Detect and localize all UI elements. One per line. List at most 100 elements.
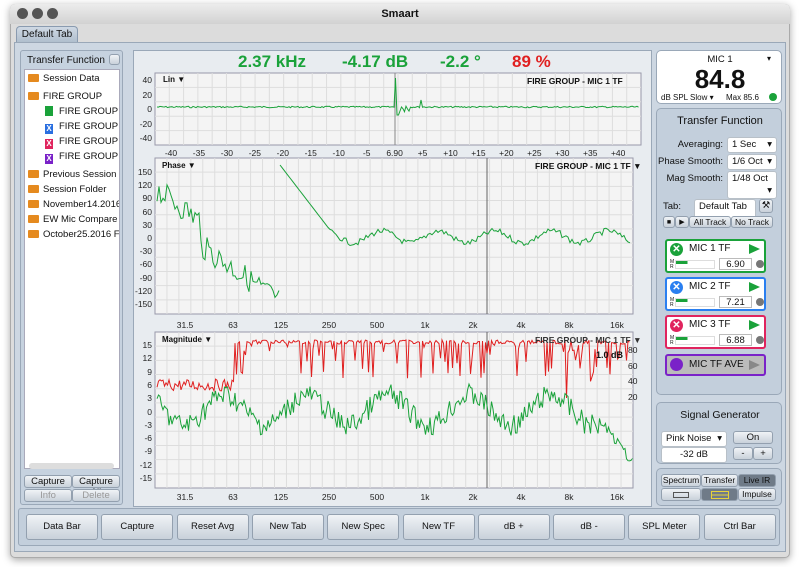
phase-y-tick: -60 — [139, 259, 152, 270]
magnitude-freq-tick: 500 — [369, 492, 385, 502]
magnitude-freq-tick: 16k — [610, 492, 624, 502]
signal-select[interactable]: Pink Noise ▾ — [661, 431, 727, 447]
command-button-db-[interactable]: dB - — [553, 514, 626, 540]
phase-plot-label[interactable]: Phase ▼ — [162, 161, 196, 170]
delay-value[interactable]: 7.21 — [719, 296, 752, 308]
mic-close-icon[interactable]: ✕ — [670, 243, 683, 256]
mic-card-1[interactable]: ✕ MIC 1 TF M R 6.90 — [665, 239, 766, 273]
level-meter — [675, 260, 715, 269]
play-icon[interactable] — [749, 320, 760, 330]
mag-smooth-select[interactable]: 1/48 Oct ▾ — [727, 171, 777, 199]
command-button-ctrl-bar[interactable]: Ctrl Bar — [703, 514, 776, 540]
lin-y-tick: -40 — [139, 133, 152, 143]
play-icon[interactable] — [749, 282, 760, 292]
magnitude-y-tick: 12 — [142, 353, 152, 364]
magnitude-freq-tick: 2k — [468, 492, 478, 502]
magnitude-right-tick: 80 — [628, 345, 638, 355]
magnitude-y-tick: 15 — [142, 340, 152, 350]
single-graph-button[interactable] — [661, 488, 701, 501]
mic-close-icon[interactable]: ✕ — [670, 319, 683, 332]
play-button[interactable]: ▶ — [675, 216, 689, 228]
command-button-new-tf[interactable]: New TF — [402, 514, 475, 540]
meter-labels: MR — [670, 297, 675, 308]
no-track-button[interactable]: No Track — [731, 216, 773, 228]
live-ir-button[interactable]: Live IR — [738, 474, 776, 487]
level-down-button[interactable]: - — [733, 447, 753, 460]
spl-max: Max 85.6 — [726, 93, 759, 102]
magnitude-right-tick: 60 — [628, 360, 638, 371]
spl-value: 84.8 — [694, 64, 746, 94]
command-button-db-[interactable]: dB + — [477, 514, 550, 540]
magnitude-freq-tick: 4k — [516, 492, 526, 502]
magnitude-plot-label[interactable]: Magnitude ▼ — [162, 335, 212, 344]
spl-meter[interactable]: MIC 1 ▾ 84.8 dB SPL Slow ▾ Max 85.6 — [656, 50, 782, 104]
tf-panel-title: Transfer Function — [677, 115, 763, 127]
magnitude-right-tick: 40 — [628, 376, 638, 386]
generator-on-button[interactable]: On — [733, 431, 773, 444]
magnitude-y-tick: -6 — [144, 433, 152, 444]
phase-y-tick: -120 — [134, 285, 152, 296]
phase-y-tick: -30 — [139, 246, 152, 257]
phase-y-tick: -90 — [139, 272, 152, 283]
chevron-down-icon[interactable]: ▾ — [767, 54, 771, 63]
transfer-function-panel: Transfer Function Averaging: 1 Sec ▾ Phas… — [656, 108, 782, 395]
magnitude-freq-tick: 250 — [321, 492, 337, 502]
lin-plot-label[interactable]: Lin ▼ — [163, 75, 185, 84]
average-icon — [670, 358, 683, 371]
status-led-icon — [756, 336, 764, 344]
magnitude-y-tick: -15 — [139, 473, 152, 483]
magnitude-scale: 1.0 dB — [596, 350, 624, 360]
level-up-button[interactable]: + — [753, 447, 773, 460]
generator-level[interactable]: -32 dB — [661, 447, 727, 463]
impulse-button[interactable]: Impulse — [738, 488, 776, 501]
phase-plot-title: FIRE GROUP - MIC 1 TF ▼ — [535, 161, 642, 171]
command-button-spl-meter[interactable]: SPL Meter — [628, 514, 701, 540]
lin-y-tick: 40 — [142, 75, 152, 85]
command-button-new-tab[interactable]: New Tab — [251, 514, 324, 540]
phase-smooth-label: Phase Smooth: — [658, 156, 723, 167]
status-led-icon — [756, 298, 764, 306]
mic-close-icon[interactable]: ✕ — [670, 281, 683, 294]
transfer-mode-button[interactable]: Transfer — [701, 474, 738, 487]
phase-freq-tick: 1k — [420, 320, 430, 330]
magnitude-y-tick: -12 — [139, 459, 152, 470]
lin-y-tick: 0 — [147, 104, 152, 114]
phase-freq-tick: 125 — [273, 320, 289, 330]
play-icon[interactable] — [749, 244, 760, 254]
phase-y-tick: 30 — [142, 219, 152, 230]
lin-x-tick: +40 — [610, 148, 626, 158]
command-button-data-bar[interactable]: Data Bar — [26, 514, 98, 540]
phase-freq-tick: 4k — [516, 320, 526, 330]
magnitude-freq-tick: 31.5 — [176, 492, 194, 502]
averaging-select[interactable]: 1 Sec ▾ — [727, 137, 777, 153]
magnitude-y-tick: -9 — [144, 446, 152, 457]
magnitude-freq-tick: 125 — [273, 492, 289, 502]
phase-smooth-select[interactable]: 1/6 Oct ▾ — [727, 154, 777, 170]
phase-freq-tick: 250 — [321, 320, 337, 330]
mic-card-3[interactable]: ✕ MIC 3 TF M R 6.88 — [665, 315, 766, 349]
spectrum-mode-button[interactable]: Spectrum — [661, 474, 701, 487]
play-icon[interactable] — [749, 360, 760, 370]
command-button-reset-avg[interactable]: Reset Avg — [176, 514, 249, 540]
phase-y-tick: -150 — [134, 299, 152, 309]
spl-mode[interactable]: dB SPL Slow ▾ — [661, 93, 714, 102]
delay-value[interactable]: 6.88 — [719, 334, 752, 346]
command-button-capture[interactable]: Capture — [101, 514, 174, 540]
tools-icon[interactable]: ⚒ — [759, 199, 773, 213]
mic-tf-ave[interactable]: MIC TF AVE — [665, 354, 766, 376]
all-track-button[interactable]: All Track — [689, 216, 731, 228]
phase-y-tick: 60 — [142, 206, 152, 217]
lin-y-tick: 20 — [142, 89, 152, 100]
stop-button[interactable]: ■ — [663, 216, 675, 228]
magnitude-y-tick: -3 — [144, 419, 152, 430]
dual-graph-button[interactable] — [701, 488, 738, 501]
magnitude-right-tick: 20 — [628, 391, 638, 402]
status-led-icon — [769, 93, 777, 101]
mic-card-2[interactable]: ✕ MIC 2 TF M R 7.21 — [665, 277, 766, 311]
magnitude-freq-tick: 63 — [228, 492, 238, 502]
command-button-new-spec[interactable]: New Spec — [327, 514, 400, 540]
magnitude-y-tick: 0 — [147, 406, 152, 417]
magnitude-y-tick: 6 — [147, 379, 152, 390]
delay-value[interactable]: 6.90 — [719, 258, 752, 270]
phase-y-tick: 150 — [137, 167, 152, 177]
